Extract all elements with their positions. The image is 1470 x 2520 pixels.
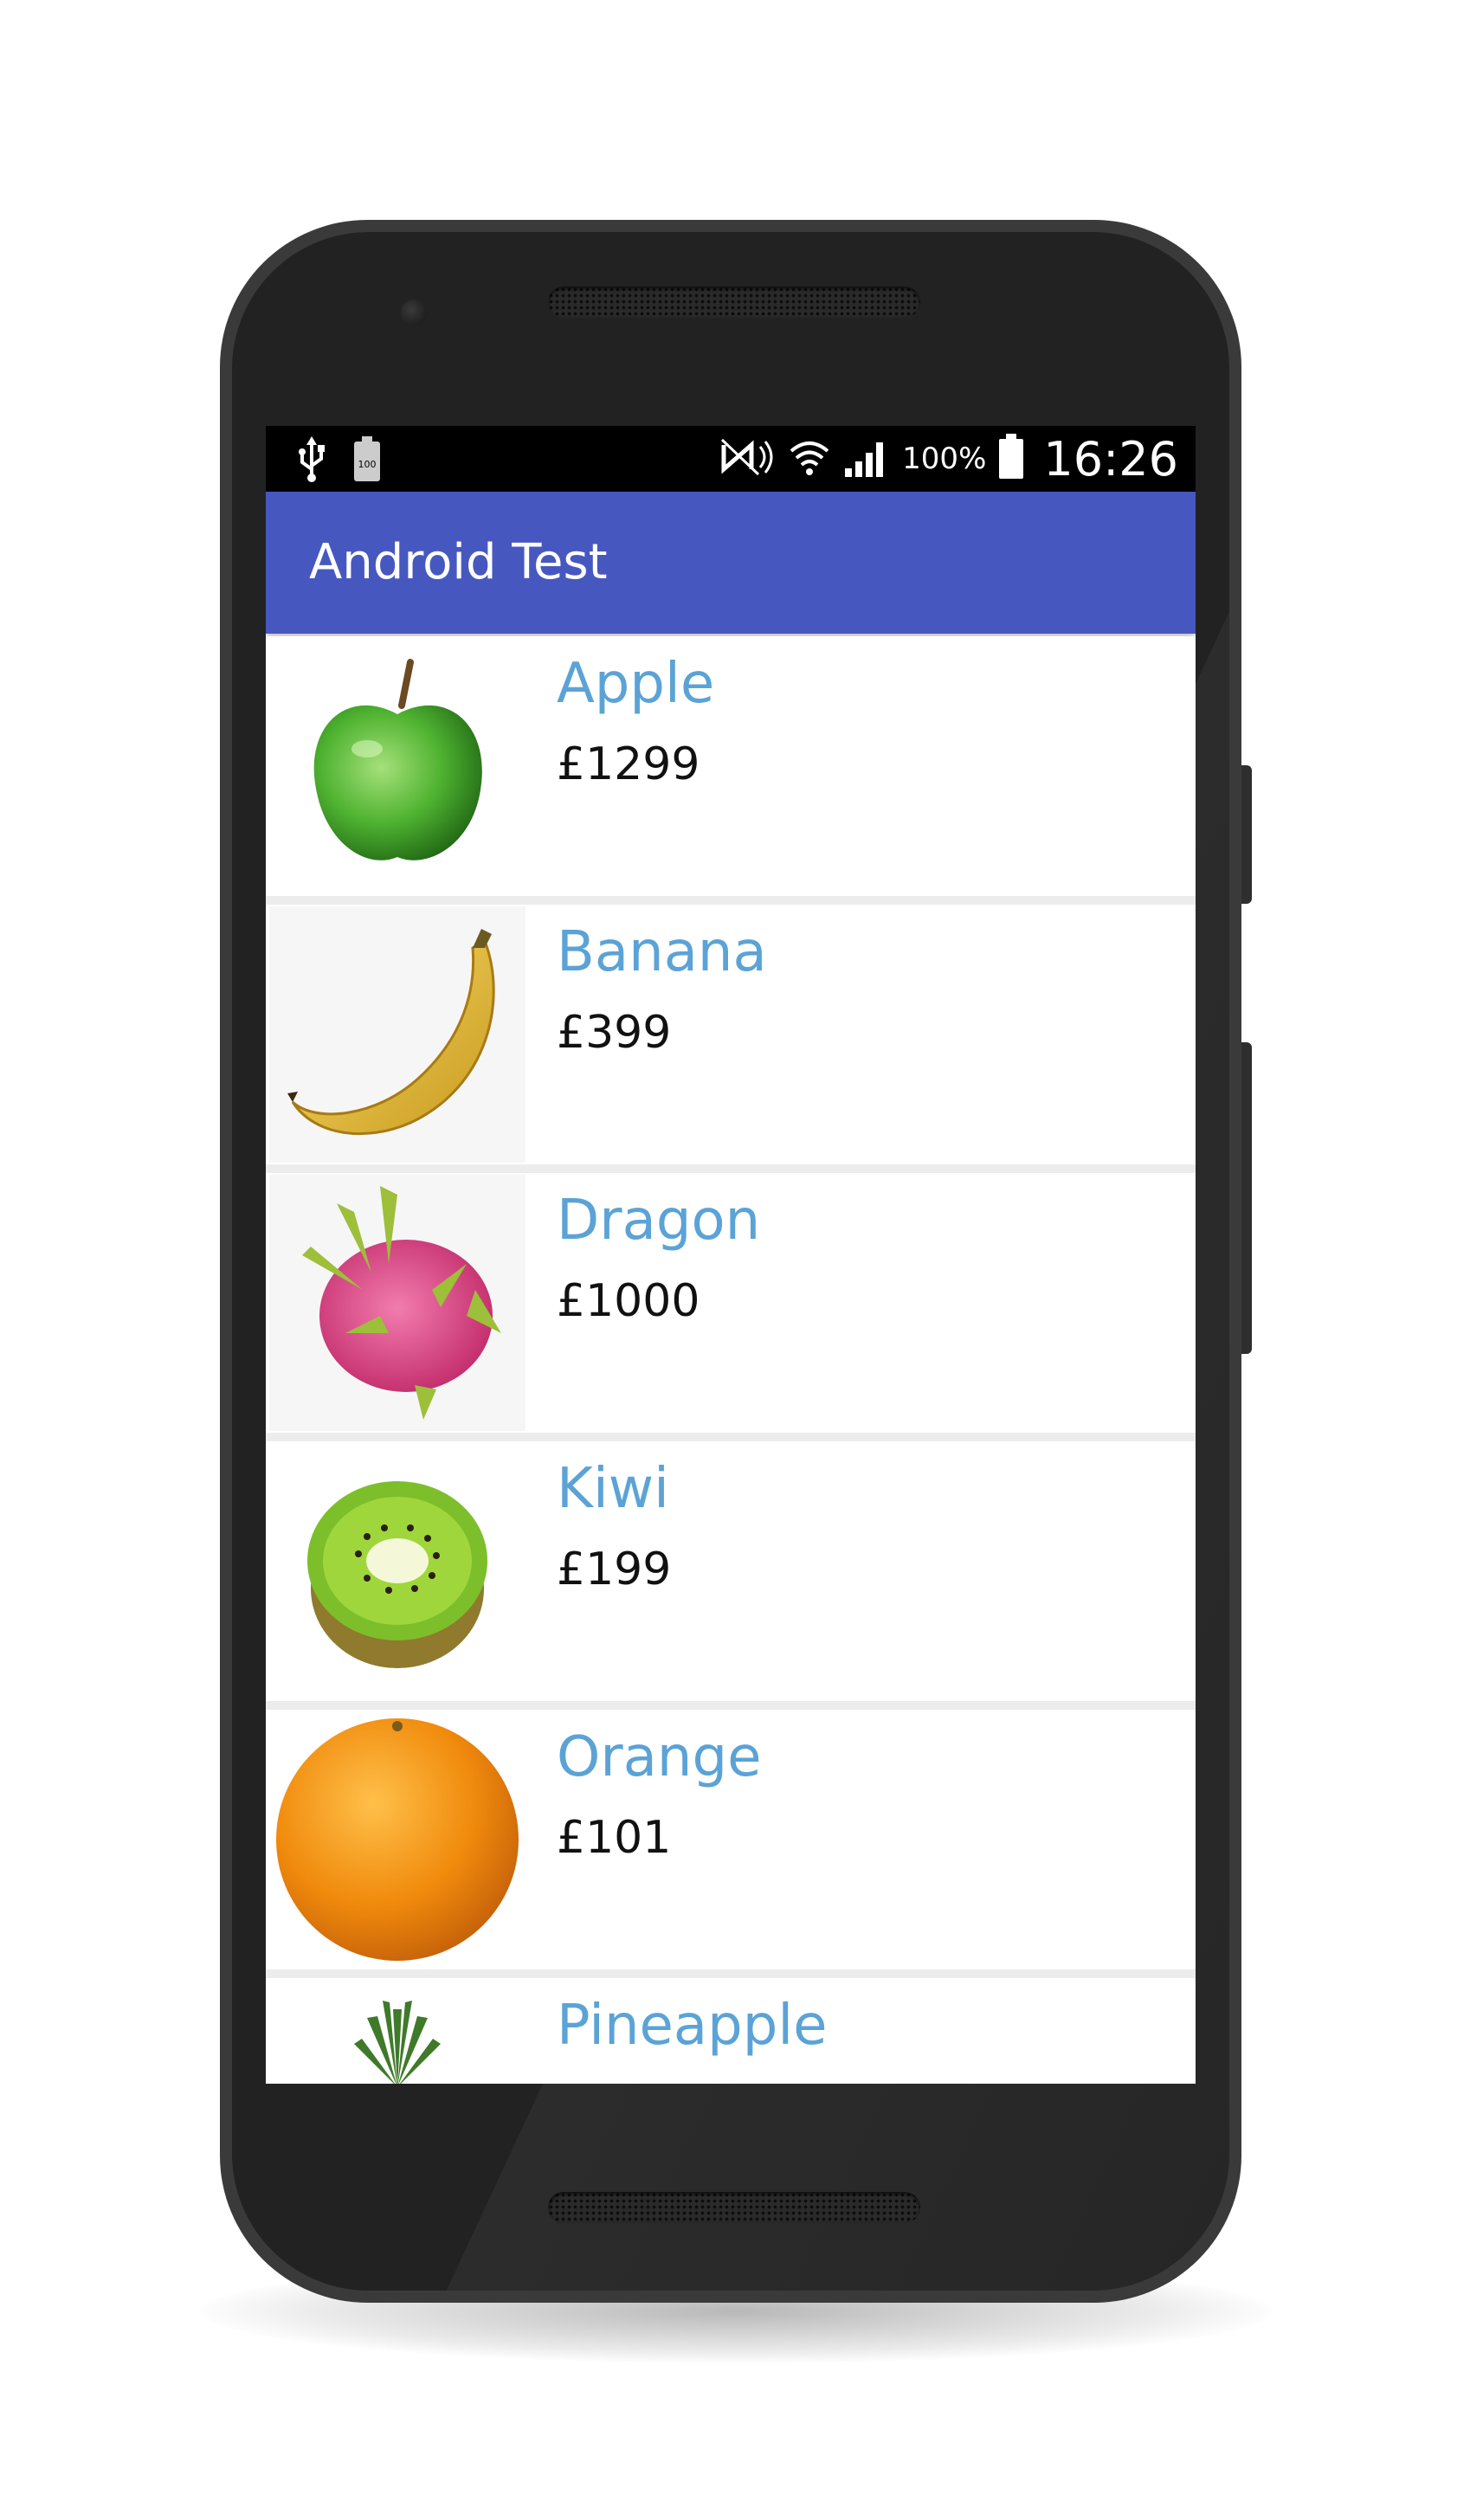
screen: 100 100% 16:26 Android Test Apple £1299 …	[266, 426, 1196, 2084]
item-price: £1000	[557, 1275, 700, 1327]
item-name: Banana	[557, 920, 767, 984]
signal-icon	[843, 435, 890, 482]
front-camera	[401, 300, 427, 325]
item-price: £399	[557, 1007, 672, 1059]
list-item[interactable]: Orange £101	[266, 1710, 1196, 1978]
list-item[interactable]: Banana £399	[266, 905, 1196, 1173]
volume-button	[1241, 1042, 1252, 1354]
dragon-fruit-icon	[269, 1175, 525, 1431]
item-name: Pineapple	[557, 1994, 828, 2058]
orange-icon	[269, 1711, 525, 1968]
item-name: Orange	[557, 1725, 762, 1789]
item-name: Dragon	[557, 1189, 761, 1253]
item-price: £101	[557, 1812, 672, 1864]
item-name: Apple	[557, 652, 715, 716]
nfc-icon	[720, 438, 776, 480]
list-item[interactable]: Pineapple	[266, 1978, 1196, 2084]
fruit-list[interactable]: Apple £1299 Banana £399 Dragon £1000 Kiw…	[266, 636, 1196, 2084]
bottom-speaker	[548, 2192, 920, 2223]
usb-icon	[297, 436, 326, 487]
phone-frame: 100 100% 16:26 Android Test Apple £1299 …	[220, 220, 1252, 2303]
phone-face: 100 100% 16:26 Android Test Apple £1299 …	[232, 232, 1229, 2291]
battery-icon	[998, 434, 1024, 484]
svg-text:100: 100	[358, 459, 377, 470]
item-price: £1299	[557, 738, 700, 790]
battery-100-icon: 100	[352, 436, 382, 487]
pineapple-icon	[269, 1980, 525, 2084]
status-time: 16:26	[1043, 431, 1178, 487]
list-item[interactable]: Apple £1299	[266, 636, 1196, 905]
list-item[interactable]: Dragon £1000	[266, 1173, 1196, 1441]
item-name: Kiwi	[557, 1457, 669, 1521]
list-item[interactable]: Kiwi £199	[266, 1441, 1196, 1710]
app-title: Android Test	[309, 534, 608, 590]
power-button	[1241, 765, 1252, 904]
banana-icon	[269, 906, 525, 1163]
app-bar: Android Test	[266, 492, 1196, 634]
battery-percent: 100%	[902, 441, 987, 476]
apple-icon	[269, 638, 525, 894]
item-price: £199	[557, 1544, 672, 1595]
top-speaker	[548, 287, 920, 318]
status-bar: 100 100% 16:26	[266, 426, 1196, 492]
wifi-icon	[788, 435, 831, 482]
kiwi-icon	[269, 1443, 525, 1699]
